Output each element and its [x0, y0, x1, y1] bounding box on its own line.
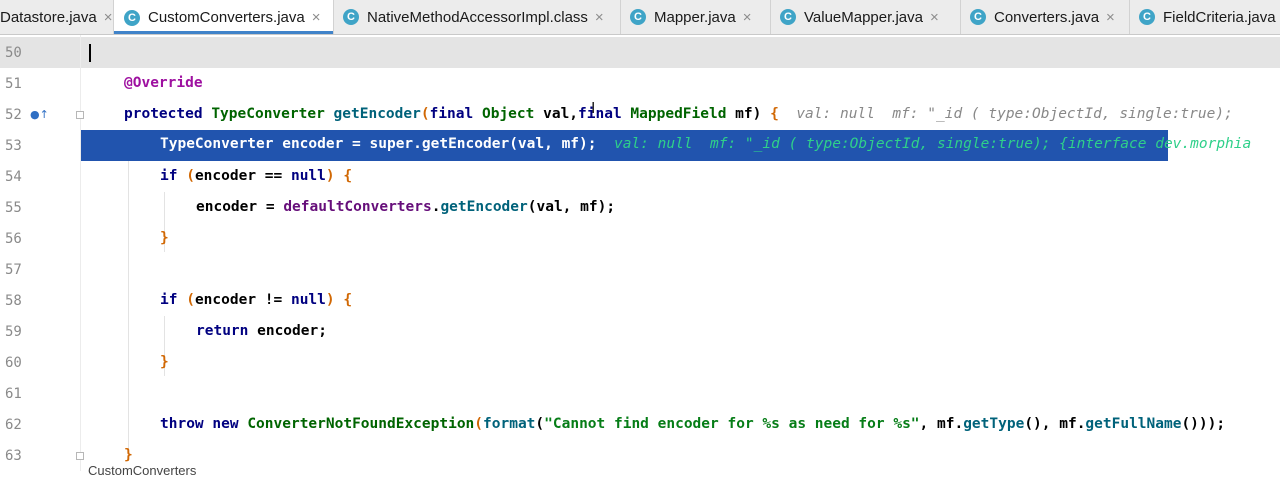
line-number-gutter[interactable]: 50 51 52 53 54 55 56 57 58 59 60 61 62 6… [0, 35, 84, 471]
line-number: 62 [5, 417, 22, 433]
tab-label: FieldCriteria.java [1163, 8, 1276, 26]
line-number: 60 [5, 355, 22, 371]
code-line-54: if (encoder == null) { [160, 168, 353, 184]
code-line-60: } [160, 354, 169, 370]
class-icon: C [780, 9, 796, 25]
code-line-63: } [124, 447, 133, 463]
code-line-56: } [160, 230, 169, 246]
code-editor[interactable]: TypeConverter encoder = super.getEncoder… [0, 35, 1280, 478]
fold-icon[interactable] [76, 452, 84, 460]
indent-guide [128, 161, 129, 451]
tab-custom-converters[interactable]: C CustomConverters.java × [114, 0, 334, 34]
current-line-highlight [0, 37, 1280, 68]
tab-label: CustomConverters.java [148, 9, 305, 26]
tab-converters[interactable]: C Converters.java × [961, 0, 1130, 34]
close-icon[interactable]: × [595, 9, 604, 26]
class-icon: C [124, 9, 140, 26]
inline-debug-values: val: null mf: "_id ( type:ObjectId, sing… [613, 136, 1252, 152]
editor-tab-bar: Datastore.java × C CustomConverters.java… [0, 0, 1280, 35]
line-number: 58 [5, 293, 22, 309]
line-number: 56 [5, 231, 22, 247]
close-icon[interactable]: × [312, 9, 321, 26]
execution-line-highlight: TypeConverter encoder = super.getEncoder… [80, 130, 1251, 161]
text-cursor [89, 44, 91, 62]
code-line-58: if (encoder != null) { [160, 292, 353, 308]
code-line-53: TypeConverter encoder = super.getEncoder… [160, 136, 1252, 152]
close-icon[interactable]: × [104, 9, 113, 26]
class-icon: C [343, 9, 359, 25]
override-marker-icon[interactable]: ●↑ [30, 108, 49, 121]
line-number: 59 [5, 324, 22, 340]
close-icon[interactable]: × [1106, 9, 1115, 26]
class-icon: C [1139, 9, 1155, 25]
class-icon: C [970, 9, 986, 25]
tab-label: NativeMethodAccessorImpl.class [367, 8, 588, 26]
tab-native-method-accessor[interactable]: C NativeMethodAccessorImpl.class × [334, 0, 621, 34]
line-number: 50 [5, 45, 22, 61]
line-number: 53 [5, 138, 22, 154]
line-number: 55 [5, 200, 22, 216]
code-line-51: @Override [124, 75, 203, 91]
tab-label: Datastore.java [0, 8, 97, 26]
tab-value-mapper[interactable]: C ValueMapper.java × [771, 0, 961, 34]
line-number: 63 [5, 448, 22, 464]
close-icon[interactable]: × [743, 9, 752, 26]
tab-label: Converters.java [994, 8, 1100, 26]
code-line-59: return encoder; [196, 323, 327, 339]
close-icon[interactable]: × [930, 9, 939, 26]
tab-label: Mapper.java [654, 8, 736, 26]
fold-icon[interactable] [76, 111, 84, 119]
line-number: 57 [5, 262, 22, 278]
tab-datastore[interactable]: Datastore.java × [0, 0, 114, 34]
inline-debug-values: val: null mf: "_id ( type:ObjectId, sing… [796, 106, 1233, 122]
code-line-52: protected TypeConverter getEncoder(final… [124, 106, 1233, 122]
code-line-62: throw new ConverterNotFoundException(for… [160, 416, 1226, 432]
tab-label: ValueMapper.java [804, 8, 923, 26]
tab-field-criteria[interactable]: C FieldCriteria.java [1130, 0, 1280, 34]
line-number: 52 [5, 107, 22, 123]
line-number: 51 [5, 76, 22, 92]
line-number: 54 [5, 169, 22, 185]
tab-mapper[interactable]: C Mapper.java × [621, 0, 771, 34]
code-line-55: encoder = defaultConverters.getEncoder(v… [196, 199, 616, 215]
line-number: 61 [5, 386, 22, 402]
class-icon: C [630, 9, 646, 25]
